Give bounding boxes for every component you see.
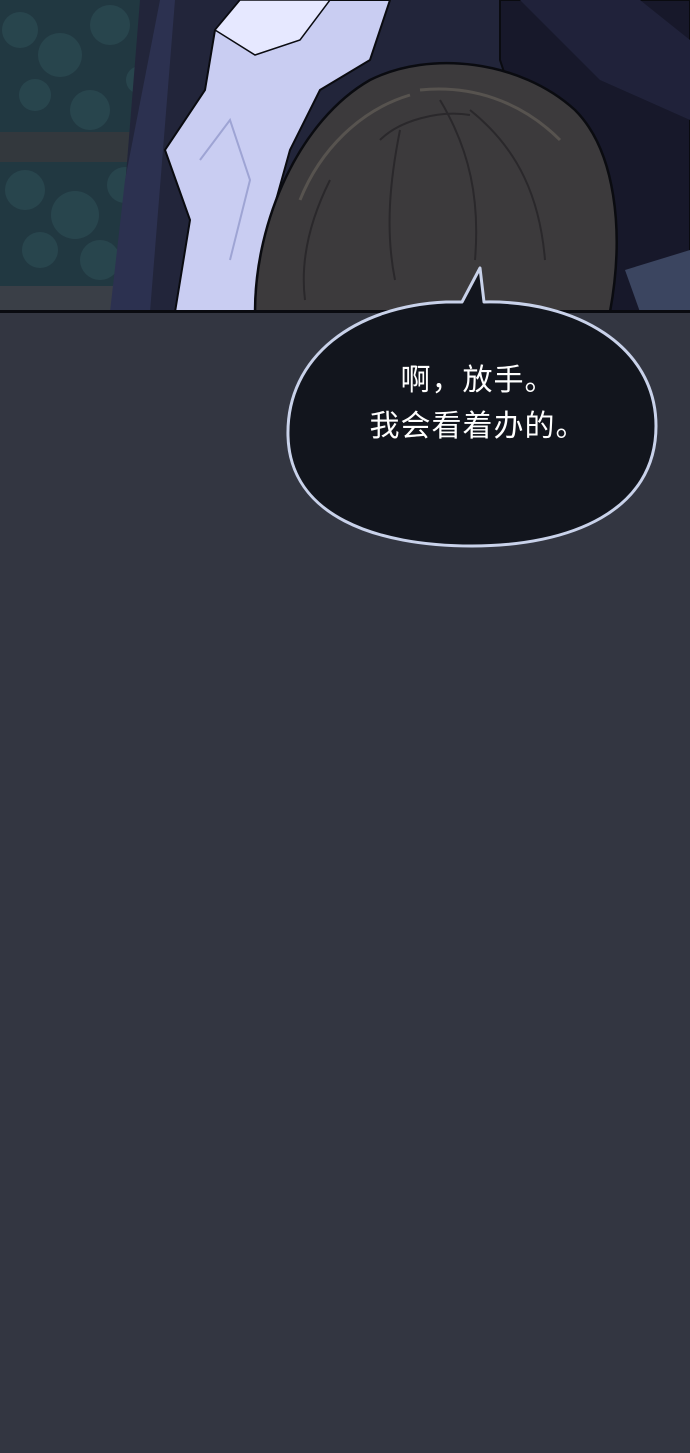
speech-bubble-text: 啊，放手。 我会看着办的。 [316, 358, 640, 450]
speech-line-1: 啊，放手。 [400, 363, 556, 398]
comic-page: 啊，放手。 我会看着办的。 [0, 0, 690, 1453]
speech-bubble: 啊，放手。 我会看着办的。 [286, 266, 658, 550]
speech-line-2: 我会看着办的。 [369, 409, 587, 444]
